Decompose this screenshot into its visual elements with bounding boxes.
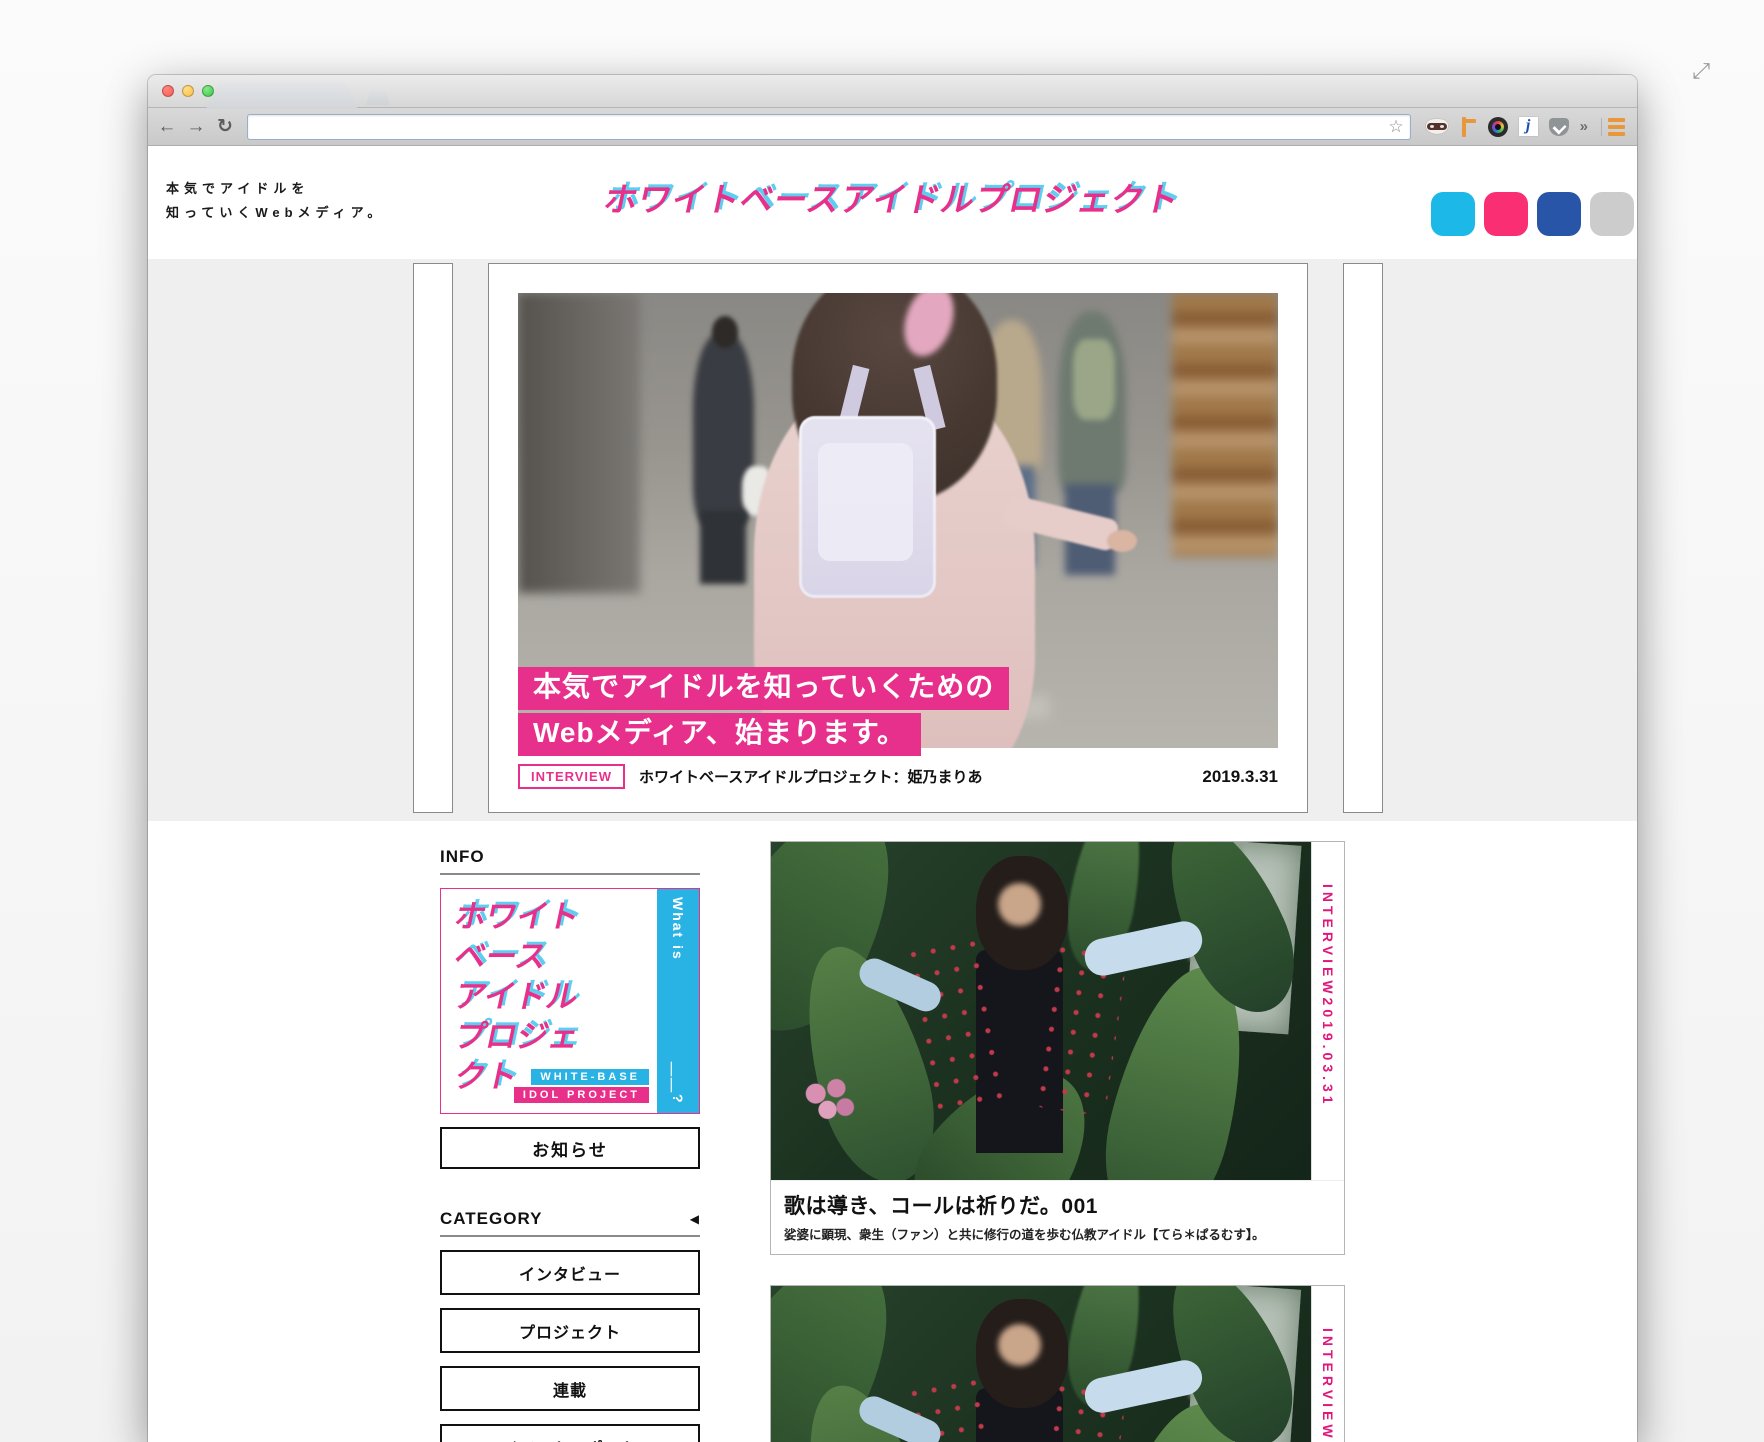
photo-pink-flowers — [798, 1072, 857, 1126]
url-bar[interactable]: ☆ — [247, 114, 1411, 140]
ruler-icon[interactable] — [1459, 117, 1477, 137]
back-icon[interactable]: ← — [156, 116, 178, 138]
article-card[interactable]: INTERVIEW2019.03.31 — [770, 1285, 1345, 1442]
photo-building-left — [518, 293, 640, 593]
logo-tag-idolproject: IDOL PROJECT — [514, 1087, 649, 1103]
article-photo — [771, 1286, 1311, 1442]
pocket-icon[interactable] — [1549, 118, 1569, 136]
info-heading-label: INFO — [440, 847, 485, 867]
resize-icon: ⤢ — [1692, 58, 1710, 84]
logo-tag-whitebase: WHITE-BASE — [531, 1069, 649, 1085]
category-heading-label: CATEGORY — [440, 1209, 542, 1229]
social-square-cyan[interactable] — [1431, 192, 1475, 236]
hero-headline-line1: 本気でアイドルを知っていくための — [518, 667, 1009, 710]
minimize-button[interactable] — [182, 85, 194, 97]
what-is-top: What is — [670, 897, 686, 961]
hero-meta: INTERVIEW ホワイトベースアイドルプロジェクト：姫乃まりあ 2019.3… — [518, 764, 1278, 789]
category-collapse-icon[interactable]: ◀ — [690, 1212, 700, 1226]
category-series-button[interactable]: 連載 — [440, 1366, 700, 1411]
j-extension-icon[interactable]: j — [1519, 117, 1538, 136]
carousel-prev-card[interactable] — [413, 263, 453, 813]
photo-pedestrian-head — [712, 316, 738, 348]
browser-tab[interactable] — [206, 83, 358, 109]
category-project-button[interactable]: プロジェクト — [440, 1308, 700, 1353]
interview-badge: INTERVIEW — [518, 764, 625, 789]
hero-headline-line2: Webメディア、始まります。 — [518, 713, 921, 756]
overflow-icon[interactable]: » — [1580, 118, 1588, 135]
category-interview-button[interactable]: インタビュー — [440, 1250, 700, 1295]
url-input[interactable] — [254, 119, 1388, 134]
camera-lens-icon[interactable] — [1488, 117, 1508, 137]
close-button[interactable] — [162, 85, 174, 97]
social-square-pink[interactable] — [1484, 192, 1528, 236]
extension-icons: j » — [1422, 117, 1629, 137]
logo-line: ベース — [451, 939, 550, 974]
photo-green-backpack — [1073, 339, 1115, 421]
carousel-next-card[interactable] — [1343, 263, 1383, 813]
article-vertical-label: INTERVIEW2019.03.31 — [1320, 1328, 1336, 1442]
article-title: 歌は導き、コールは祈りだ。001 — [784, 1190, 1331, 1220]
browser-window: ← → ↻ ☆ j » 本気でアイドルを 知っていくWebメディア。 ホワイトベ… — [148, 75, 1637, 1442]
photo-backpack-panel — [818, 443, 913, 561]
logo-line: ホワイト — [451, 899, 582, 934]
hero-headline: 本気でアイドルを知っていくための Webメディア、始まります。 — [518, 667, 1009, 756]
photo-face — [998, 883, 1041, 927]
site-logo[interactable]: ホワイトベースアイドルプロジェクト ホワイトベースアイドルプロジェクト — [148, 173, 1637, 221]
article-card[interactable]: INTERVIEW2019.03.31 歌は導き、コールは祈りだ。001 娑婆に… — [770, 841, 1345, 1255]
hero-date: 2019.3.31 — [1202, 767, 1278, 787]
social-square-gray[interactable] — [1590, 192, 1634, 236]
article-meta: 歌は導き、コールは祈りだ。001 娑婆に顕現、衆生（ファン）と共に修行の道を歩む… — [771, 1180, 1344, 1254]
new-tab-button[interactable] — [366, 89, 390, 105]
article-vertical-label: INTERVIEW2019.03.31 — [1320, 884, 1336, 1180]
forward-icon[interactable]: → — [185, 116, 207, 138]
logo-line: クト — [451, 1059, 520, 1094]
article-vertical-column: INTERVIEW2019.03.31 — [1311, 1286, 1344, 1442]
article-subtitle: 娑婆に顕現、衆生（ファン）と共に修行の道を歩む仏教アイドル【てら＊ぱるむす】。 — [784, 1224, 1331, 1243]
bookmark-star-icon[interactable]: ☆ — [1388, 117, 1403, 137]
hero-carousel: 本気でアイドルを知っていくための Webメディア、始まります。 INTERVIE… — [148, 259, 1637, 821]
category-heading: CATEGORY ◀ — [440, 1209, 700, 1237]
hero-caption: ホワイトベースアイドルプロジェクト：姫乃まりあ — [639, 766, 983, 787]
photo-shop-shelves — [1172, 293, 1278, 557]
what-is-column: What is ＿＿? — [657, 889, 699, 1113]
social-links — [1431, 192, 1634, 236]
what-is-bottom: ＿＿? — [668, 1062, 688, 1105]
logo-line: アイドル — [451, 979, 581, 1014]
menu-icon[interactable] — [1601, 118, 1625, 136]
category-event-report-button[interactable]: イベントレポート — [440, 1424, 700, 1442]
main-content: INFO ホワイトホワイト ベースベース アイドルアイドル プロジェプロジェ ク… — [148, 821, 1637, 1442]
window-controls — [162, 85, 214, 97]
reload-icon[interactable]: ↻ — [214, 115, 236, 138]
site-logo-text: ホワイトベースアイドルプロジェクト — [601, 181, 1184, 218]
logo-line: プロジェ — [451, 1019, 582, 1054]
photo-face — [998, 1324, 1041, 1366]
hero-article-card[interactable]: 本気でアイドルを知っていくための Webメディア、始まります。 INTERVIE… — [488, 263, 1308, 813]
article-vertical-column: INTERVIEW2019.03.31 — [1311, 842, 1344, 1180]
article-list: INTERVIEW2019.03.31 歌は導き、コールは祈りだ。001 娑婆に… — [770, 841, 1345, 1442]
sidebar: INFO ホワイトホワイト ベースベース アイドルアイドル プロジェプロジェ ク… — [440, 847, 700, 1442]
browser-titlebar — [148, 75, 1637, 108]
article-photo — [771, 842, 1311, 1180]
zoom-button[interactable] — [202, 85, 214, 97]
photo-pedestrian-legs — [700, 511, 746, 584]
info-logo-box[interactable]: ホワイトホワイト ベースベース アイドルアイドル プロジェプロジェ クトクト W… — [440, 888, 700, 1114]
photo-hand — [1107, 530, 1137, 553]
incognito-mask-icon[interactable] — [1426, 119, 1448, 134]
news-button[interactable]: お知らせ — [440, 1127, 700, 1169]
site-header: 本気でアイドルを 知っていくWebメディア。 ホワイトベースアイドルプロジェクト… — [148, 147, 1637, 259]
logo-tags: WHITE-BASE IDOL PROJECT — [514, 1069, 649, 1103]
info-logo-lines: ホワイトホワイト ベースベース アイドルアイドル プロジェプロジェ クトクト — [455, 897, 579, 1097]
web-page: 本気でアイドルを 知っていくWebメディア。 ホワイトベースアイドルプロジェクト… — [148, 147, 1637, 1442]
social-square-blue[interactable] — [1537, 192, 1581, 236]
browser-toolbar: ← → ↻ ☆ j » — [148, 108, 1637, 146]
info-heading: INFO — [440, 847, 700, 875]
